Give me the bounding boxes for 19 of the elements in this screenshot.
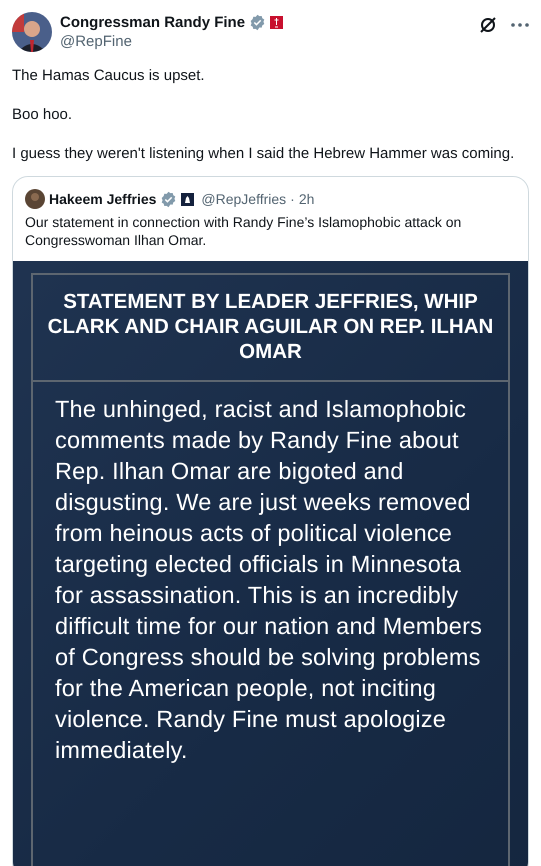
- quoted-post-text: Our statement in connection with Randy Fine’s Islamophobic attack on Congresswoman Ilhan Omar.: [25, 213, 462, 249]
- verified-badge-icon: [249, 14, 266, 31]
- post-text: The Hamas Caucus is upset.: [12, 66, 206, 86]
- separator: ·: [290, 191, 295, 207]
- statement-body: The unhinged, racist and Islamophobic comments made by Randy Fine about Rep. Ilhan Omar are bigoted and disgusting. We are just weeks removed from heinous acts of political violence targeting elected officials in Minnesota for assassination. This is an incredibly difficult time for our nation and Members of Congress should be solving problems for the American people, not inciting violence. Randy Fine must apologize immediately.: [54, 395, 484, 765]
- quoted-author-handle[interactable]: @RepJeffries: [201, 191, 286, 207]
- affiliation-icon: [181, 192, 194, 206]
- verified-badge-icon: [160, 190, 178, 208]
- post-text: Boo hoo.: [12, 105, 74, 125]
- author-name[interactable]: Congressman Randy Fine: [60, 14, 246, 31]
- post-text: I guess they weren't listening when I said the Hebrew Hammer was coming.: [12, 144, 516, 164]
- affiliation-icon: [270, 16, 284, 29]
- avatar[interactable]: [12, 12, 52, 52]
- statement-title: STATEMENT BY LEADER JEFFRIES, WHIP CLARK AND CHAIR AGUILAR ON REP. ILHAN OMAR: [33, 275, 508, 382]
- quoted-author-name[interactable]: Hakeem Jeffries: [49, 191, 156, 207]
- post-time[interactable]: 2h: [298, 191, 314, 207]
- avatar[interactable]: [25, 189, 45, 209]
- more-icon[interactable]: [511, 23, 529, 27]
- author-handle[interactable]: @RepFine: [60, 33, 471, 50]
